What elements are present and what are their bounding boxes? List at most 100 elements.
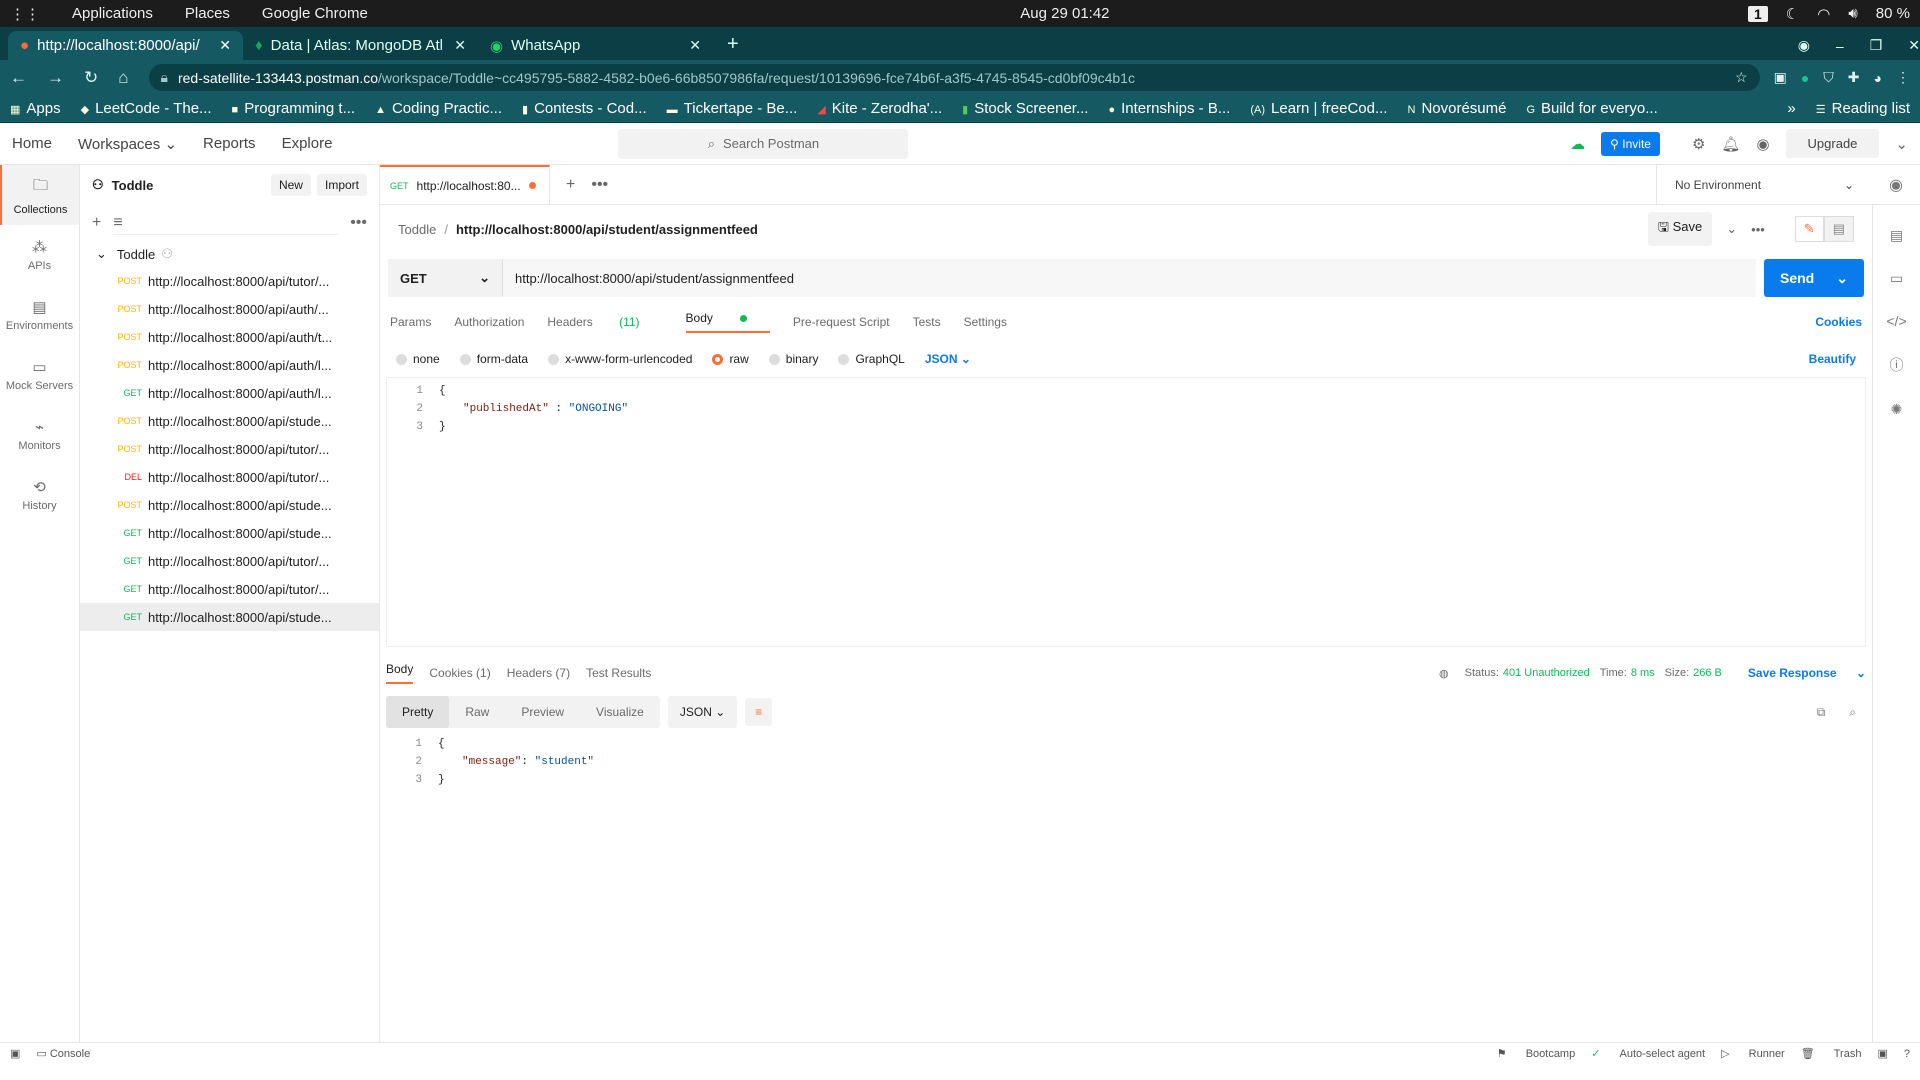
- upgrade-button[interactable]: Upgrade: [1785, 129, 1880, 158]
- view-visualize[interactable]: Visualize: [580, 696, 660, 728]
- edit-pencil-icon[interactable]: ✎: [1794, 216, 1824, 242]
- tab-pre-request-script[interactable]: Pre-request Script: [793, 315, 890, 329]
- request-item[interactable]: POST http://localhost:8000/api/auth/...: [80, 295, 379, 323]
- console-button[interactable]: ▭ Console: [36, 1047, 90, 1060]
- radio-graphql[interactable]: GraphQL: [838, 352, 905, 366]
- close-tab-icon[interactable]: ✕: [689, 37, 701, 54]
- response-body-viewer[interactable]: 1{ 2 "message": "student" 3}: [386, 731, 1866, 981]
- view-pretty[interactable]: Pretty: [386, 696, 450, 728]
- radio-form-data[interactable]: form-data: [459, 352, 528, 366]
- layout-icon[interactable]: ▣: [1877, 1047, 1887, 1060]
- bootcamp-button[interactable]: ⚑ Bootcamp: [1497, 1047, 1575, 1060]
- user-avatar[interactable]: ◉: [1756, 135, 1769, 153]
- comments-icon[interactable]: ▭: [1890, 270, 1903, 287]
- search-postman[interactable]: ⌕ Search Postman: [618, 128, 909, 159]
- bookmark-star-icon[interactable]: ☆: [1735, 69, 1748, 86]
- request-item[interactable]: GET http://localhost:8000/api/stude...: [80, 519, 379, 547]
- request-item[interactable]: GET http://localhost:8000/api/auth/l...: [80, 379, 379, 407]
- comment-icon[interactable]: ▤: [1823, 216, 1854, 242]
- info-icon[interactable]: ⓘ: [1890, 355, 1904, 375]
- tab-tests[interactable]: Tests: [913, 315, 941, 329]
- lightbulb-icon[interactable]: ✺: [1891, 401, 1903, 418]
- res-tab-body[interactable]: Body: [386, 662, 414, 684]
- save-button[interactable]: 🖫 Save: [1647, 212, 1713, 246]
- method-selector[interactable]: GET ⌄: [388, 259, 503, 297]
- reload-icon[interactable]: ↻: [84, 68, 98, 88]
- home-icon[interactable]: ⌂: [118, 68, 128, 88]
- rail-history[interactable]: ⟲ History: [0, 465, 79, 525]
- clock[interactable]: Aug 29 01:42: [1020, 5, 1109, 22]
- documentation-icon[interactable]: ▤: [1890, 227, 1903, 244]
- open-request-tab[interactable]: GET http://localhost:80...: [380, 164, 550, 205]
- res-tab-headers[interactable]: Headers (7): [507, 666, 570, 680]
- tab-overflow-icon[interactable]: •••: [591, 176, 608, 194]
- radio-urlencoded[interactable]: x-www-form-urlencoded: [548, 352, 692, 366]
- request-item[interactable]: POST http://localhost:8000/api/stude...: [80, 491, 379, 519]
- bookmark-tickertape[interactable]: ▬ Tickertape - Be...: [667, 100, 798, 117]
- bookmark-stock-screener[interactable]: ▮ Stock Screener...: [962, 100, 1088, 117]
- environment-quick-look-icon[interactable]: ◉: [1872, 175, 1920, 195]
- bookmark-internships[interactable]: ● Internships - B...: [1108, 100, 1230, 117]
- rail-mock-servers[interactable]: ▭ Mock Servers: [0, 345, 79, 405]
- beautify-link[interactable]: Beautify: [1809, 352, 1856, 366]
- radio-none[interactable]: none: [396, 352, 440, 366]
- send-button[interactable]: Send ⌄: [1764, 259, 1864, 297]
- add-collection-icon[interactable]: +: [92, 214, 101, 232]
- import-button[interactable]: Import: [316, 174, 367, 196]
- runner-button[interactable]: ▷ Runner: [1721, 1047, 1785, 1060]
- breadcrumb-collection[interactable]: Toddle: [398, 222, 436, 237]
- tab-settings[interactable]: Settings: [964, 315, 1007, 329]
- request-item[interactable]: POST http://localhost:8000/api/tutor/...: [80, 435, 379, 463]
- bookmark-freecodecamp[interactable]: (A) Learn | freeCod...: [1250, 100, 1387, 117]
- new-request-tab-icon[interactable]: +: [566, 176, 575, 194]
- browser-tab-whatsapp[interactable]: ◉ WhatsApp ✕: [478, 31, 713, 60]
- more-options-icon[interactable]: •••: [350, 214, 367, 232]
- save-response-button[interactable]: Save Response ⌄: [1748, 666, 1866, 680]
- back-icon[interactable]: ←: [10, 68, 27, 88]
- maximize-icon[interactable]: ❐: [1870, 37, 1883, 54]
- workspace-indicator[interactable]: 1: [1748, 5, 1768, 22]
- reading-list[interactable]: ☰ Reading list: [1816, 100, 1910, 117]
- trash-button[interactable]: 🗑︎ Trash: [1801, 1047, 1862, 1060]
- bookmark-kite[interactable]: ◢ Kite - Zerodha'...: [817, 100, 942, 117]
- response-format-selector[interactable]: JSON ⌄: [667, 696, 738, 728]
- grammarly-icon[interactable]: ●: [1801, 70, 1809, 86]
- bookmark-novoresume[interactable]: N Novorésumé: [1407, 100, 1506, 117]
- help-icon[interactable]: ?: [1904, 1048, 1910, 1060]
- rail-apis[interactable]: ⁂ APIs: [0, 225, 79, 285]
- menu-places[interactable]: Places: [185, 5, 230, 22]
- battery-status[interactable]: 80 %: [1876, 5, 1910, 22]
- collection-toddle[interactable]: ⌄ Toddle ⚇: [80, 241, 379, 267]
- extension-icon[interactable]: ▣: [1774, 69, 1787, 86]
- request-item[interactable]: POST http://localhost:8000/api/tutor/...: [80, 267, 379, 295]
- request-item[interactable]: GET http://localhost:8000/api/stude...: [80, 603, 379, 631]
- code-snippet-icon[interactable]: </>: [1886, 313, 1906, 329]
- forward-icon[interactable]: →: [47, 68, 64, 88]
- body-format-selector[interactable]: JSON ⌄: [925, 352, 971, 366]
- filter-input[interactable]: ≡: [113, 211, 339, 235]
- request-item[interactable]: POST http://localhost:8000/api/auth/l...: [80, 351, 379, 379]
- bookmark-google[interactable]: G Build for everyo...: [1526, 100, 1657, 117]
- url-input[interactable]: http://localhost:8000/api/student/assign…: [503, 259, 1756, 297]
- wrap-lines-icon[interactable]: ≡: [745, 698, 773, 726]
- close-window-icon[interactable]: ✕: [1908, 37, 1920, 54]
- environment-selector[interactable]: No Environment ⌄: [1656, 164, 1872, 205]
- tab-body[interactable]: Body: [685, 311, 770, 333]
- radio-raw[interactable]: raw: [712, 352, 749, 366]
- shield-extension-icon[interactable]: ⛉: [1823, 69, 1834, 86]
- upgrade-dropdown-icon[interactable]: ⌄: [1895, 135, 1908, 153]
- chrome-menu-icon[interactable]: ⋮: [1896, 69, 1910, 86]
- notifications-bell-icon[interactable]: 🔔︎: [1721, 135, 1740, 153]
- bookmark-leetcode[interactable]: ◆ LeetCode - The...: [81, 100, 212, 117]
- bookmark-apps[interactable]: ▦ Apps: [10, 100, 61, 117]
- browser-tab-mongodb[interactable]: ♦ Data | Atlas: MongoDB Atl ✕: [243, 31, 478, 60]
- copy-icon[interactable]: ⧉: [1817, 705, 1826, 720]
- tab-headers[interactable]: Headers (11): [547, 315, 662, 329]
- bookmarks-overflow-icon[interactable]: »: [1787, 100, 1795, 117]
- request-item[interactable]: POST http://localhost:8000/api/stude...: [80, 407, 379, 435]
- rail-monitors[interactable]: ⌁ Monitors: [0, 405, 79, 465]
- cookies-link[interactable]: Cookies: [1815, 315, 1862, 329]
- bookmark-coding-practice[interactable]: ▲ Coding Practic...: [375, 100, 502, 117]
- toggle-sidebar-icon[interactable]: ▣: [10, 1047, 20, 1060]
- view-raw[interactable]: Raw: [449, 696, 505, 728]
